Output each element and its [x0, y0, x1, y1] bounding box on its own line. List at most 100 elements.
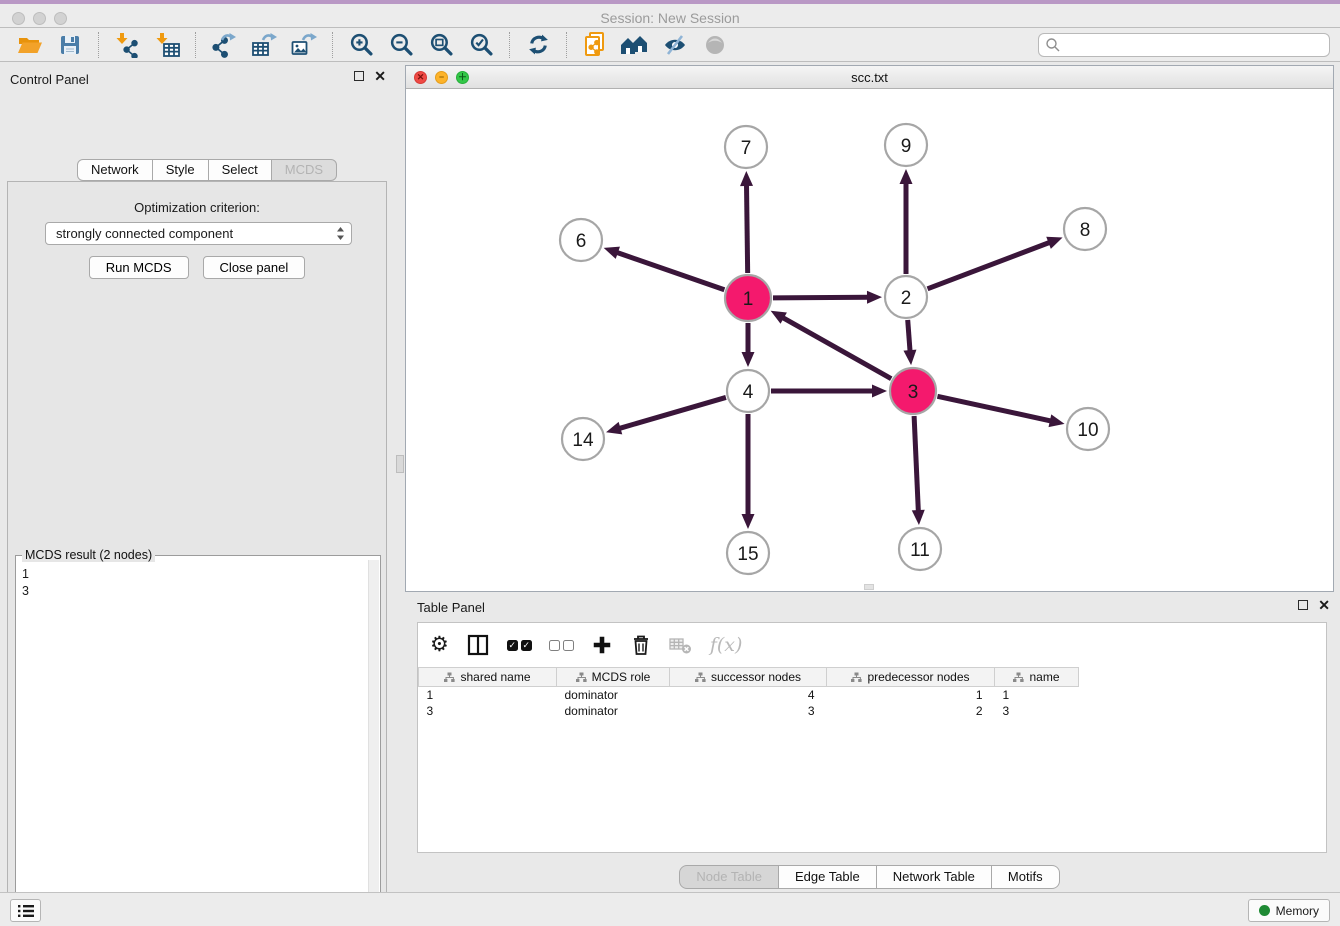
graph-edge-3-10[interactable] — [937, 396, 1051, 421]
toolbar-separator — [509, 32, 510, 58]
float-panel-icon[interactable] — [354, 71, 364, 81]
result-scrollbar[interactable] — [368, 560, 379, 926]
show-panel-list-button[interactable] — [10, 899, 41, 922]
unchecked-box-icon — [549, 640, 560, 651]
optimization-criterion-dropdown[interactable]: strongly connected component — [45, 222, 352, 245]
function-builder-button-disabled[interactable]: f(x) — [710, 634, 743, 656]
table-row[interactable]: 1dominator411 — [419, 687, 1079, 703]
checked-box-icon: ✓ — [507, 640, 518, 651]
tab-style[interactable]: Style — [153, 159, 209, 181]
column-sort-icon — [695, 672, 706, 683]
mcds-result-text[interactable]: 1 3 — [16, 562, 368, 926]
close-panel-button[interactable]: Close panel — [203, 256, 306, 279]
graph-edge-2-8[interactable] — [928, 242, 1051, 289]
show-all-button[interactable] — [695, 30, 735, 60]
export-image-button[interactable] — [284, 30, 324, 60]
graph-edge-1-2[interactable] — [773, 297, 869, 298]
open-file-button[interactable] — [10, 30, 50, 60]
column-header-successor-nodes[interactable]: successor nodes — [670, 668, 827, 687]
export-network-button[interactable] — [204, 30, 244, 60]
delete-table-icon — [669, 634, 693, 656]
control-panel: Control Panel ✕ NetworkStyleSelectMCDS O… — [0, 62, 394, 892]
graph-edge-2-3[interactable] — [908, 320, 910, 352]
search-input[interactable] — [1061, 35, 1329, 55]
edge-arrowhead — [604, 247, 620, 259]
edge-arrowhead — [606, 422, 622, 434]
toolbar-separator — [332, 32, 333, 58]
delete-table-button-disabled[interactable] — [669, 634, 693, 656]
zoom-fit-icon — [429, 32, 454, 57]
toggle-column-pane-button[interactable] — [466, 634, 490, 656]
column-header-shared-name[interactable]: shared name — [419, 668, 557, 687]
memory-label: Memory — [1276, 904, 1319, 918]
application-window: Session: New Session — [0, 0, 1340, 926]
import-network-button[interactable] — [107, 30, 147, 60]
edge-arrowhead — [742, 352, 755, 367]
edge-arrowhead — [900, 169, 913, 184]
clone-network-button[interactable] — [575, 30, 615, 60]
column-header-predecessor-nodes[interactable]: predecessor nodes — [827, 668, 995, 687]
search-field-container — [1038, 33, 1330, 57]
table-row[interactable]: 3dominator323 — [419, 703, 1079, 719]
network-canvas[interactable]: 7968124314101511 — [406, 89, 1333, 591]
tab-network[interactable]: Network — [77, 159, 153, 181]
deselect-all-rows-button[interactable] — [549, 640, 574, 651]
column-header-MCDS-role[interactable]: MCDS role — [557, 668, 670, 687]
table-cell: dominator — [557, 687, 670, 703]
select-all-rows-button[interactable]: ✓ ✓ — [507, 640, 532, 651]
table-cell: 1 — [995, 687, 1079, 703]
table-cell: 3 — [995, 703, 1079, 719]
graph-edge-4-14[interactable] — [619, 397, 726, 428]
graph-edge-3-1[interactable] — [782, 317, 891, 379]
zoom-in-button[interactable] — [341, 30, 381, 60]
column-header-name[interactable]: name — [995, 668, 1079, 687]
graph-node-label: 1 — [743, 289, 754, 310]
graph-node-label: 6 — [576, 231, 587, 252]
graph-node-label: 8 — [1080, 220, 1091, 241]
export-table-icon — [251, 32, 278, 58]
graph-node-label: 2 — [901, 288, 912, 309]
network-window-title: scc.txt — [406, 70, 1333, 85]
delete-column-button[interactable] — [630, 633, 652, 657]
edge-arrowhead — [1049, 414, 1065, 427]
first-neighbors-button[interactable] — [615, 30, 655, 60]
tab-select[interactable]: Select — [209, 159, 272, 181]
graph-edge-3-11[interactable] — [914, 416, 918, 512]
table-cell: 1 — [419, 687, 557, 703]
dropdown-selected-value: strongly connected component — [56, 226, 336, 241]
splitter-handle[interactable] — [396, 455, 404, 473]
save-session-button[interactable] — [50, 30, 90, 60]
mcds-result-title: MCDS result (2 nodes) — [22, 548, 155, 562]
main-toolbar — [0, 28, 1340, 62]
table-settings-button[interactable]: ⚙ — [430, 635, 449, 655]
network-window-titlebar[interactable]: ✕ − ＋ scc.txt — [406, 66, 1333, 89]
graph-edge-1-7[interactable] — [746, 184, 747, 273]
graph-node-label: 15 — [737, 544, 758, 565]
run-mcds-button[interactable]: Run MCDS — [89, 256, 189, 279]
hide-selected-button[interactable] — [655, 30, 695, 60]
table-cell: 4 — [670, 687, 827, 703]
tab-mcds[interactable]: MCDS — [272, 159, 337, 181]
float-table-panel-icon[interactable] — [1298, 600, 1308, 610]
tab-motifs[interactable]: Motifs — [992, 865, 1060, 889]
import-table-button[interactable] — [147, 30, 187, 60]
apply-layout-button[interactable] — [518, 30, 558, 60]
zoom-selected-button[interactable] — [461, 30, 501, 60]
graph-node-label: 14 — [572, 430, 594, 451]
tab-edge-table[interactable]: Edge Table — [779, 865, 877, 889]
list-icon — [17, 903, 35, 919]
tab-network-table[interactable]: Network Table — [877, 865, 992, 889]
memory-status-icon — [1259, 905, 1270, 916]
memory-button[interactable]: Memory — [1248, 899, 1330, 922]
first-neighbors-houses-icon — [620, 33, 650, 57]
add-column-button[interactable] — [591, 634, 613, 656]
zoom-fit-button[interactable] — [421, 30, 461, 60]
graph-edge-1-6[interactable] — [616, 252, 724, 290]
close-table-panel-icon[interactable]: ✕ — [1318, 600, 1330, 610]
export-table-button[interactable] — [244, 30, 284, 60]
canvas-resize-handle[interactable] — [864, 584, 874, 590]
close-panel-icon[interactable]: ✕ — [374, 71, 386, 81]
tab-node-table[interactable]: Node Table — [679, 865, 779, 889]
export-image-icon — [291, 32, 318, 58]
zoom-out-button[interactable] — [381, 30, 421, 60]
